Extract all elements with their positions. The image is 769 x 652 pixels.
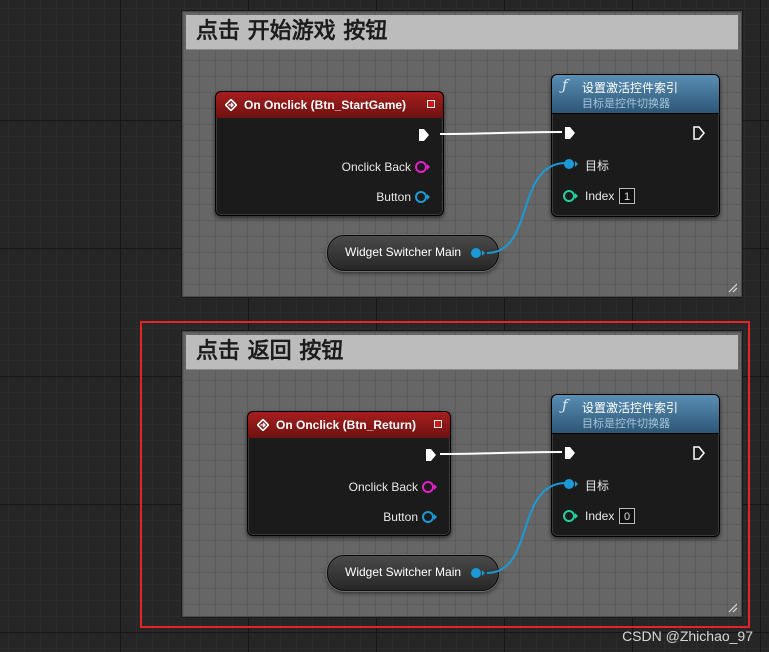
watermark: CSDN @Zhichao_97 xyxy=(622,628,753,644)
wires-layer xyxy=(439,131,567,574)
exec-wire xyxy=(439,131,563,135)
object-wire xyxy=(486,482,567,574)
object-wire xyxy=(486,162,567,254)
exec-wire xyxy=(439,451,563,455)
